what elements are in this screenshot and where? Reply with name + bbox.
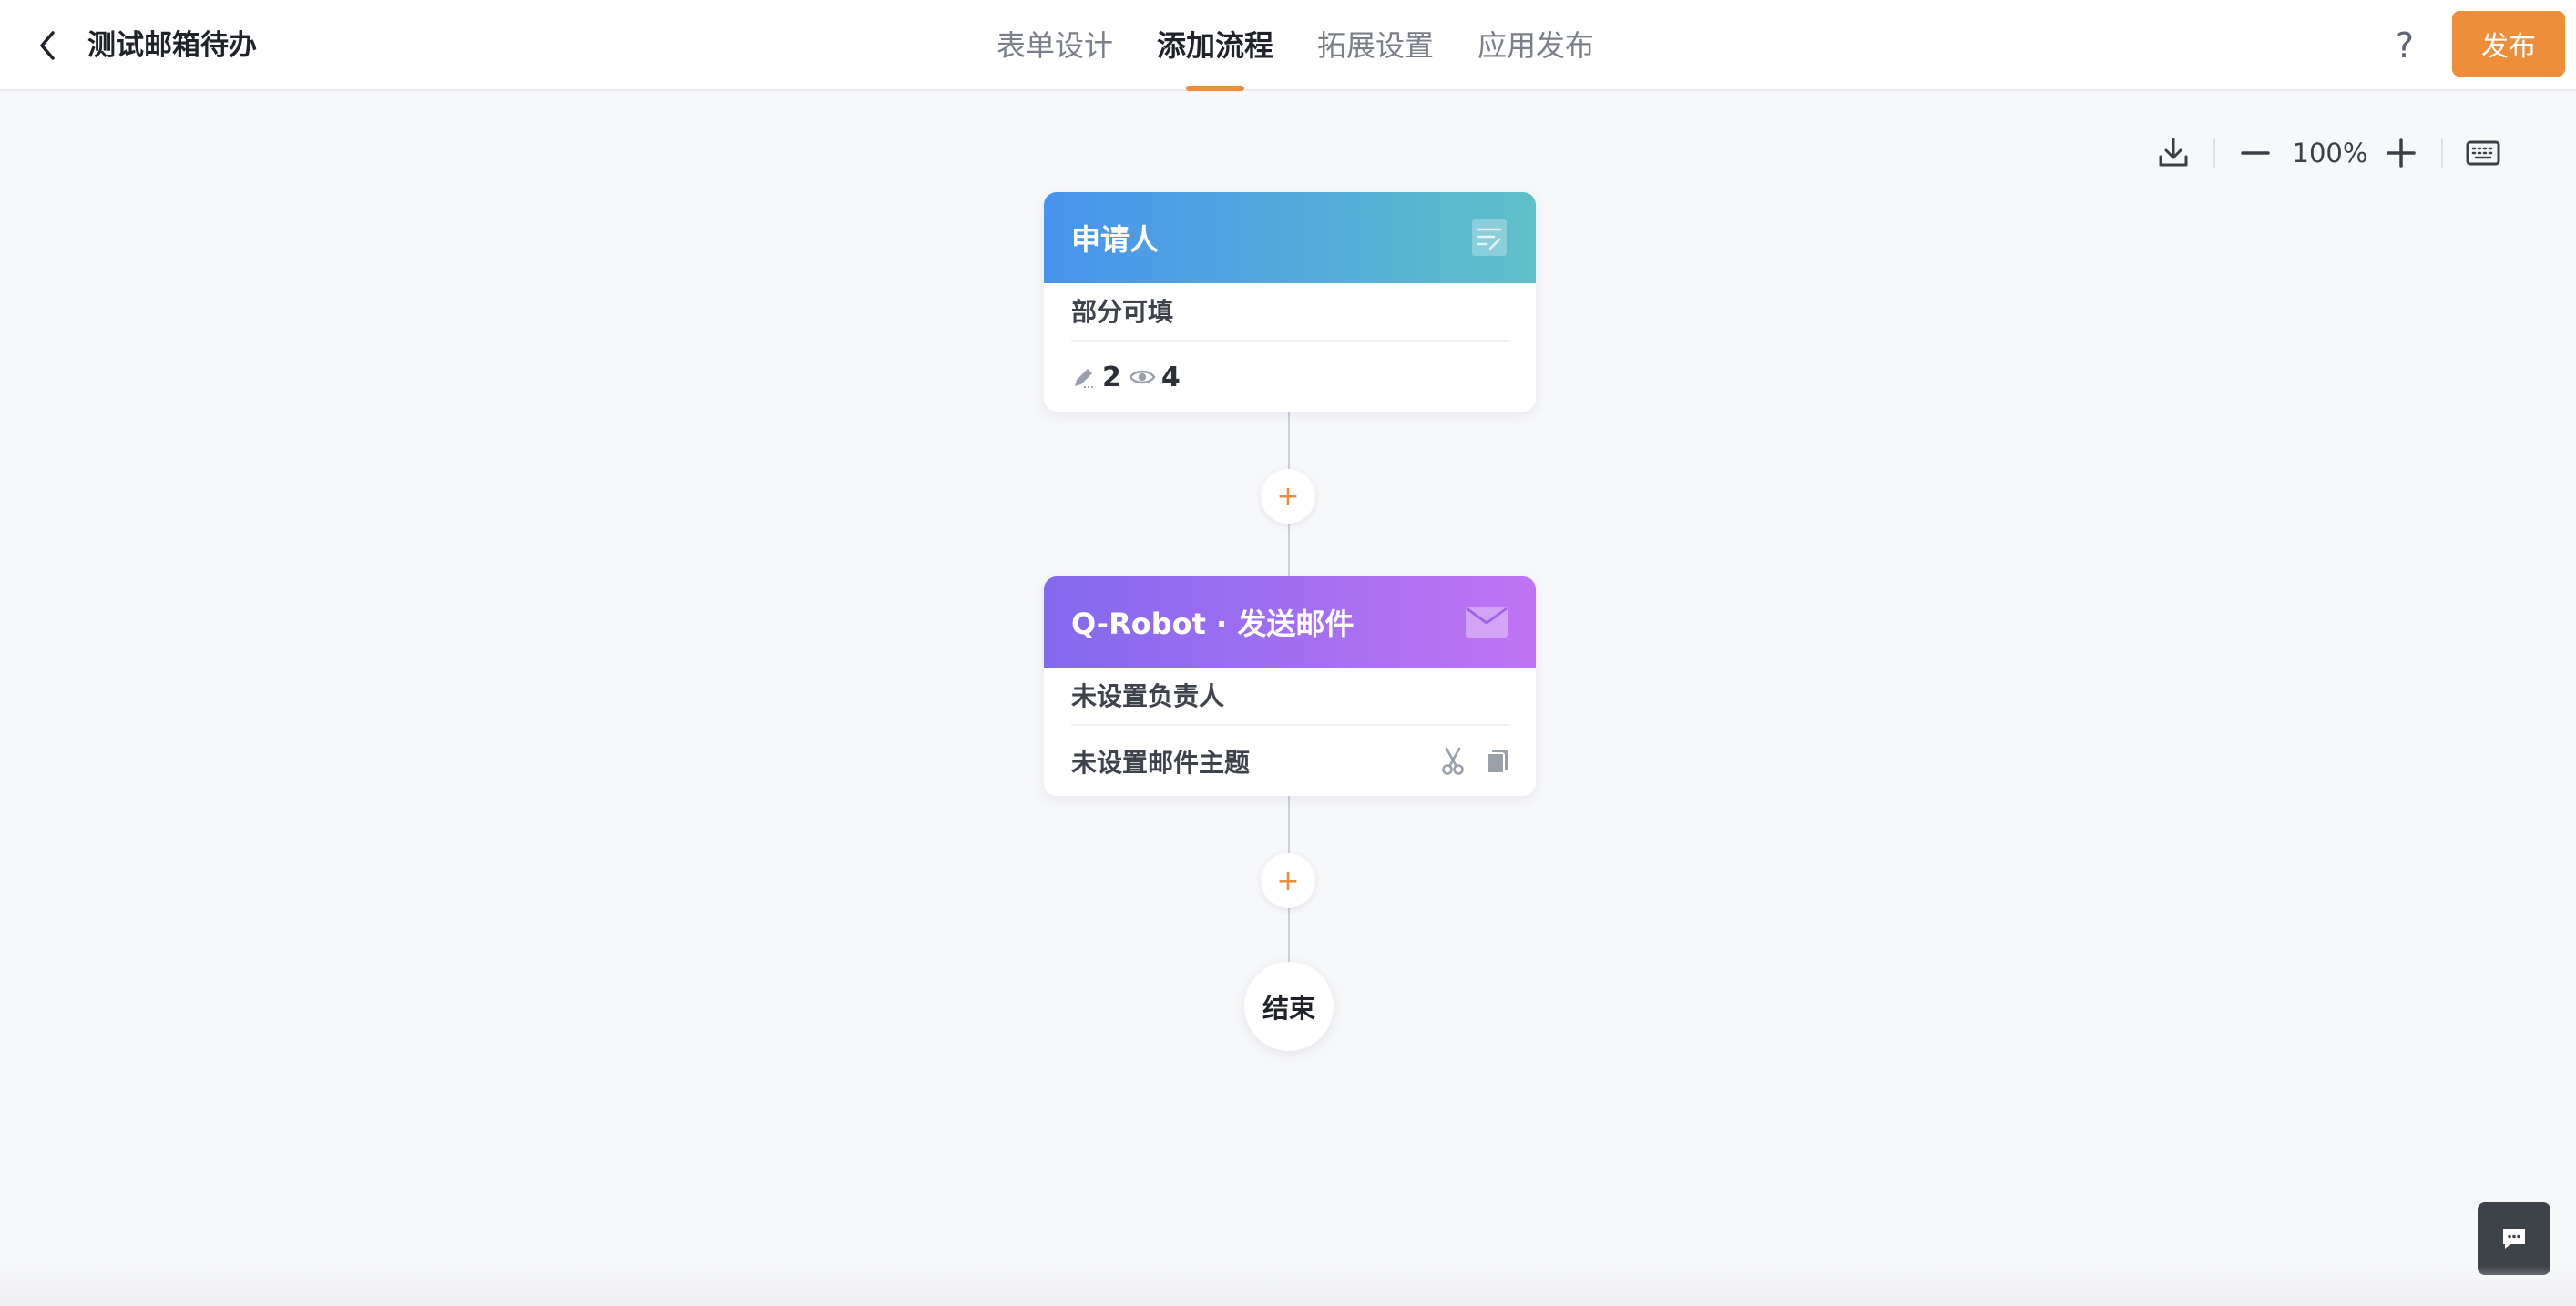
zoom-out-icon	[2241, 151, 2270, 155]
zoom-in-icon	[2387, 138, 2416, 168]
download-icon	[2159, 138, 2188, 167]
top-header: 测试邮箱待办 表单设计 添加流程 拓展设置 应用发布 ? 发布	[0, 0, 2576, 91]
toolbar-divider	[2441, 138, 2443, 168]
scissors-icon[interactable]	[1439, 747, 1467, 776]
keyboard-icon	[2466, 140, 2500, 166]
zoom-in-button[interactable]	[2379, 131, 2423, 175]
chat-button[interactable]	[2478, 1202, 2550, 1275]
publish-button[interactable]: 发布	[2452, 11, 2565, 77]
zoom-out-button[interactable]	[2234, 131, 2277, 175]
pencil-icon	[1075, 369, 1094, 388]
toolbar-divider	[2213, 138, 2215, 168]
robot-node-title: Q-Robot · 发送邮件	[1071, 607, 1354, 641]
bottom-shadow	[0, 1266, 2576, 1306]
applicant-node-header: 申请人	[1044, 192, 1536, 283]
back-button[interactable]	[26, 24, 69, 67]
end-node: 结束	[1244, 962, 1334, 1051]
applicant-field-stats: 2 4	[1071, 342, 1510, 412]
eye-icon	[1129, 370, 1156, 384]
copy-icon[interactable]	[1485, 748, 1510, 775]
visible-field-count: 4	[1160, 361, 1181, 393]
applicant-node[interactable]: 申请人 部分可填 2 4	[1044, 192, 1536, 412]
tab-bar: 表单设计 添加流程 拓展设置 应用发布	[975, 0, 1616, 91]
app-title: 测试邮箱待办	[87, 29, 257, 62]
keyboard-shortcuts-button[interactable]	[2461, 131, 2505, 175]
mail-icon	[1466, 607, 1508, 638]
add-node-button[interactable]: +	[1261, 853, 1315, 908]
zoom-level: 100%	[2292, 138, 2368, 168]
add-node-button[interactable]: +	[1261, 469, 1315, 524]
robot-email-node[interactable]: Q-Robot · 发送邮件 未设置负责人 未设置邮件主题	[1044, 576, 1536, 796]
help-button[interactable]: ?	[2383, 24, 2427, 67]
form-edit-icon	[1472, 219, 1507, 256]
download-button[interactable]	[2152, 131, 2195, 175]
robot-email-subject: 未设置邮件主题	[1071, 748, 1251, 778]
applicant-permission: 部分可填	[1071, 283, 1510, 342]
chat-bubble-icon	[2503, 1229, 2525, 1249]
editable-field-count: 2	[1102, 361, 1121, 393]
tab-app-publish[interactable]: 应用发布	[1456, 0, 1616, 91]
robot-assignee: 未设置负责人	[1071, 668, 1510, 726]
tab-form-design[interactable]: 表单设计	[975, 0, 1135, 91]
applicant-node-title: 申请人	[1071, 222, 1160, 257]
robot-node-header: Q-Robot · 发送邮件	[1044, 576, 1536, 668]
tab-extension-settings[interactable]: 拓展设置	[1295, 0, 1456, 91]
chevron-left-icon	[40, 31, 55, 60]
tab-add-process[interactable]: 添加流程	[1135, 0, 1295, 91]
robot-subject-row: 未设置邮件主题	[1071, 726, 1510, 796]
